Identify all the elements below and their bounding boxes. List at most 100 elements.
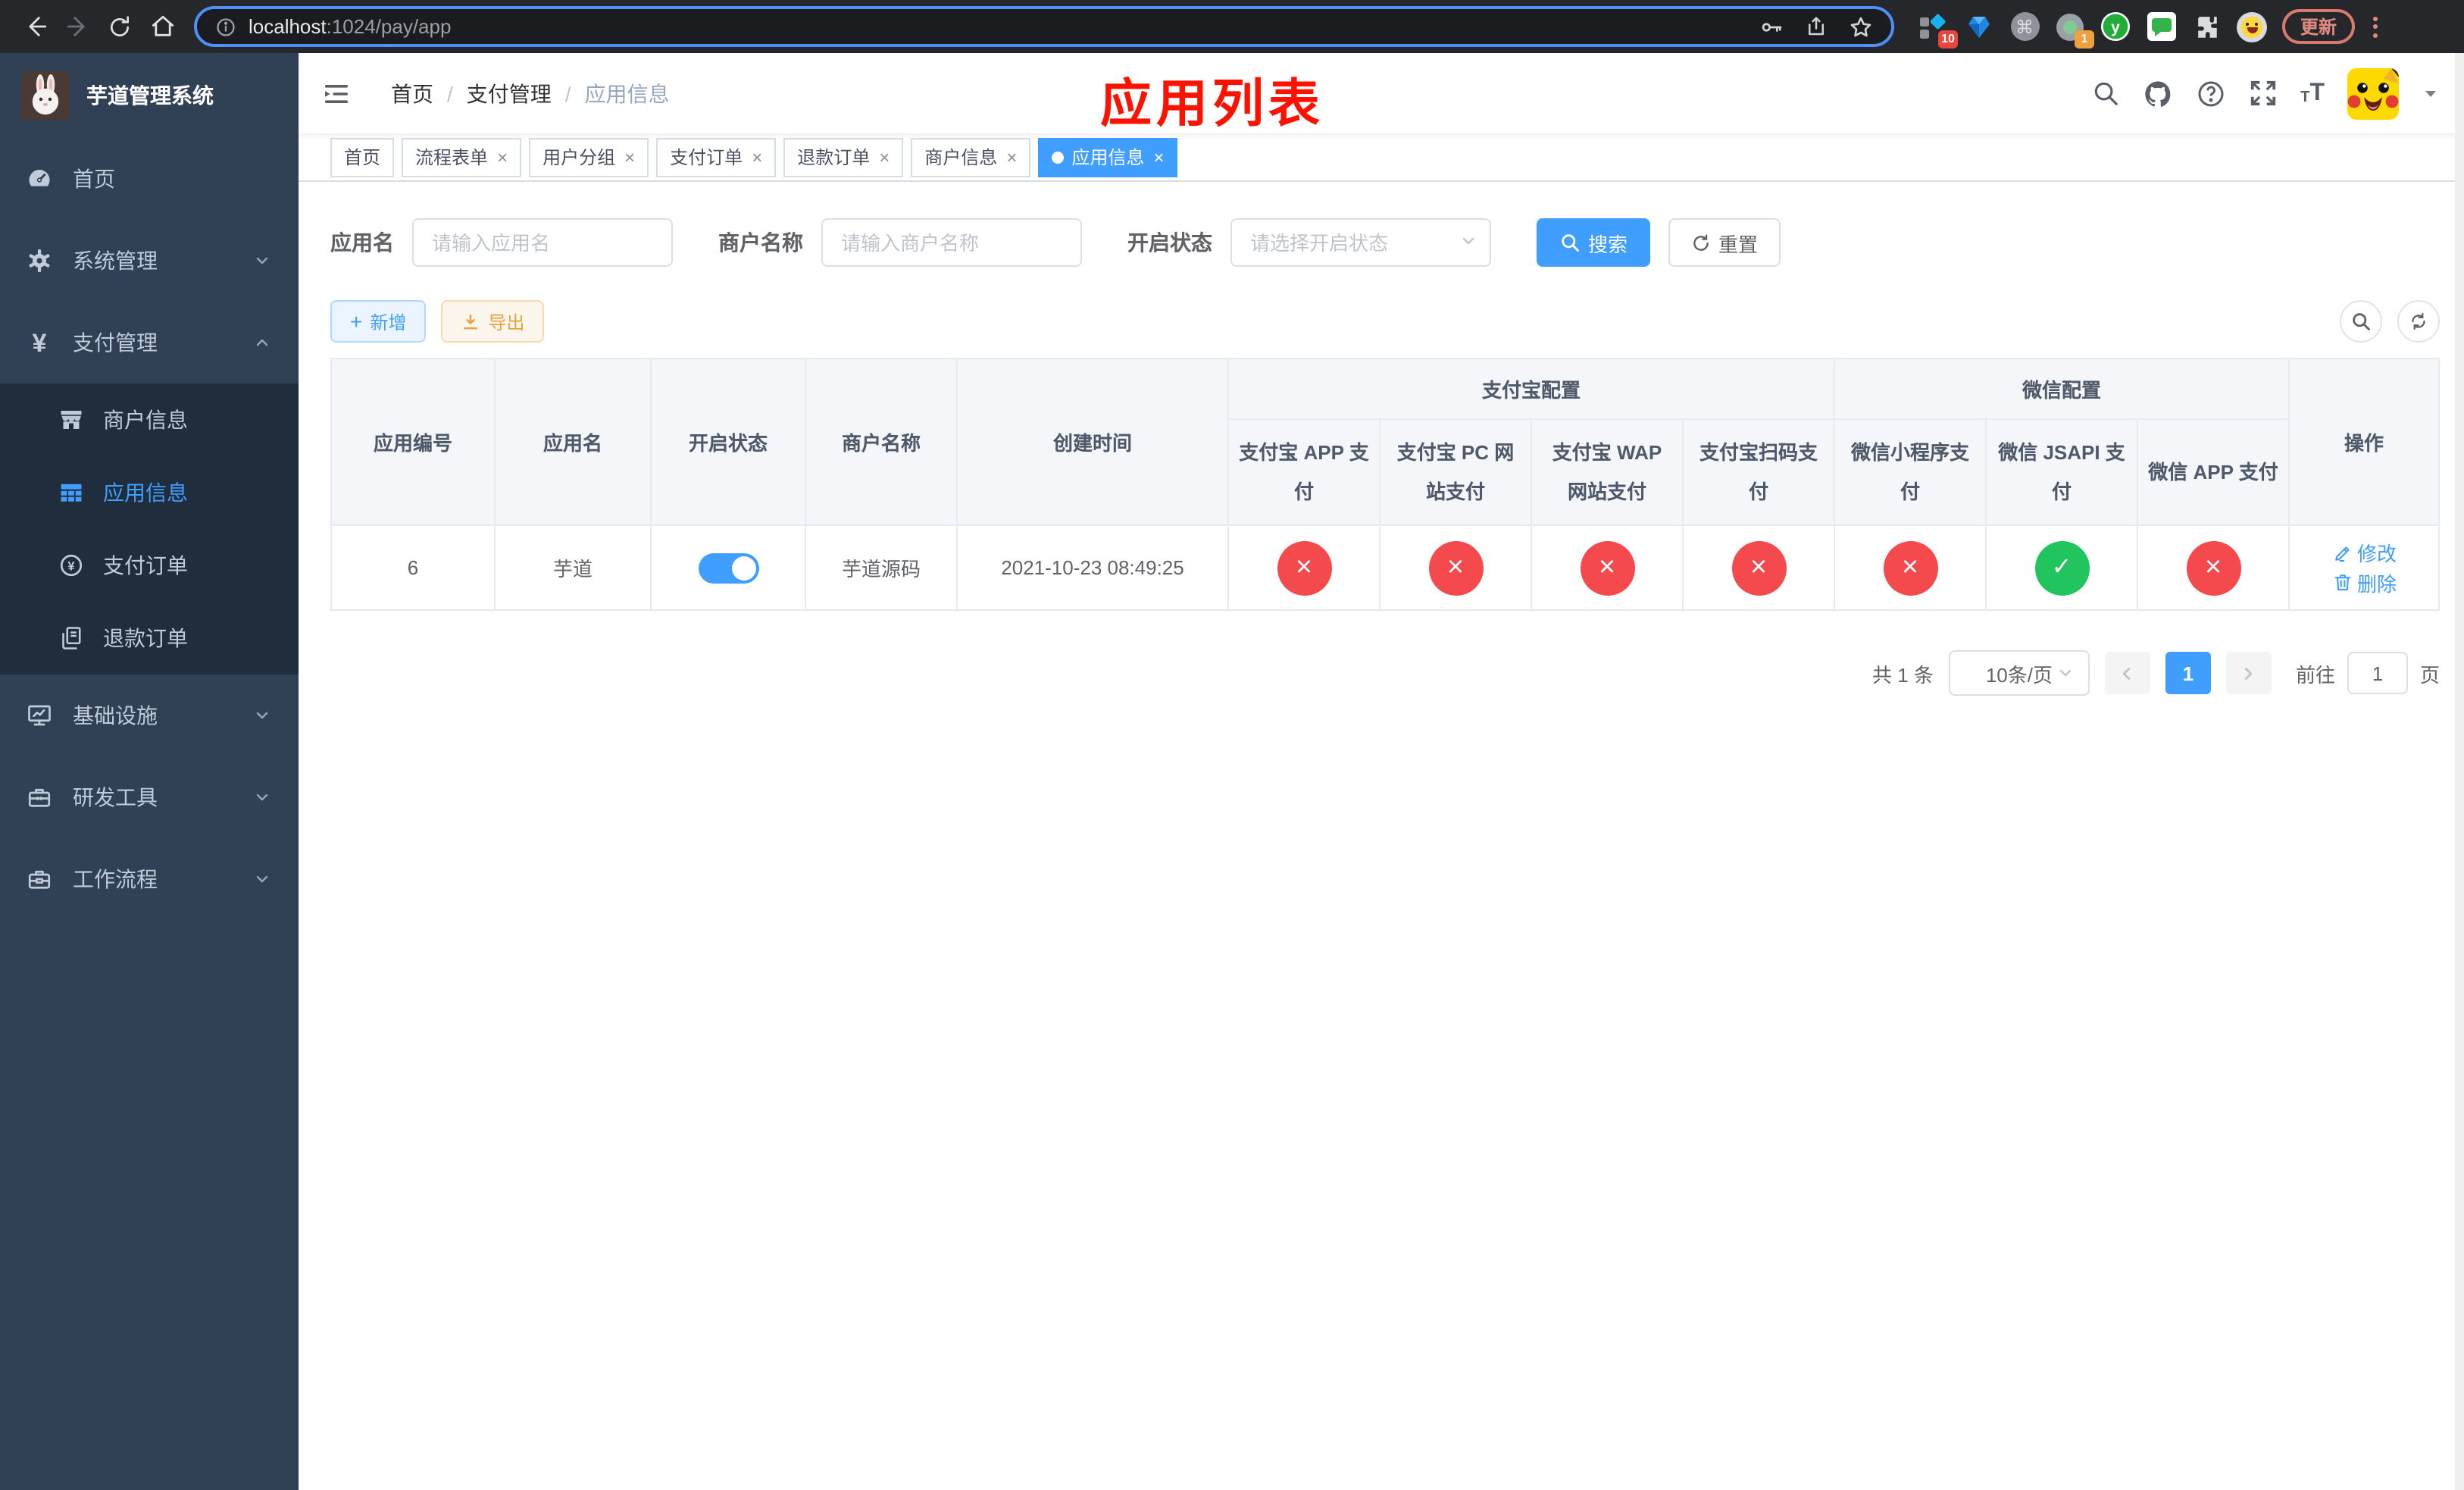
pagination: 共 1 条 10条/页 1 前往 页 [330, 650, 2440, 696]
avatar-caret-icon[interactable] [2422, 84, 2440, 102]
tab-close-icon[interactable]: × [497, 148, 508, 166]
breadcrumb: 首页 / 支付管理 / 应用信息 [391, 78, 670, 108]
tab-close-icon[interactable]: × [879, 148, 890, 166]
bookmark-star-icon[interactable] [1849, 14, 1873, 39]
trash-icon [2331, 571, 2353, 593]
browser-reload-button[interactable] [100, 7, 139, 46]
header-search-icon[interactable] [2091, 79, 2120, 108]
status-toggle[interactable] [698, 552, 758, 583]
tab-1[interactable]: 首页 [330, 137, 395, 177]
chat-extension-icon[interactable] [2146, 11, 2176, 42]
edit-link[interactable]: 修改 [2331, 538, 2397, 567]
fullscreen-icon[interactable] [2249, 79, 2278, 108]
channel-status-icon: × [1883, 540, 1938, 595]
grid-icon [58, 479, 85, 506]
address-bar[interactable]: localhost:1024/pay/app [194, 6, 1894, 47]
tab-7[interactable]: 应用信息 × [1038, 137, 1178, 177]
sidebar-item-label: 首页 [73, 167, 115, 191]
user-avatar[interactable] [2347, 67, 2399, 119]
merchant-name-input[interactable] [821, 218, 1082, 267]
svg-text:y: y [2111, 19, 2120, 36]
top-navbar: 首页 / 支付管理 / 应用信息 T T [299, 53, 2464, 133]
app-logo-row[interactable]: 芋道管理系统 [0, 53, 299, 138]
share-icon[interactable] [1805, 15, 1828, 38]
tab-5[interactable]: 退款订单 × [783, 137, 904, 177]
chevron-down-icon [253, 870, 271, 888]
cell-created: 2021-10-23 08:49:25 [956, 524, 1229, 611]
status-select[interactable] [1230, 218, 1491, 267]
site-info-icon[interactable] [215, 16, 236, 37]
browser-forward-button[interactable] [58, 7, 97, 46]
sidebar-item-2[interactable]: 系统管理 [0, 220, 299, 302]
submenu-item-3[interactable]: ¥ 支付订单 [0, 529, 299, 602]
tab-4[interactable]: 支付订单 × [656, 137, 777, 177]
col-group-alipay: 支付宝配置 [1227, 358, 1836, 420]
sidebar-item-5[interactable]: 研发工具 [0, 756, 299, 838]
help-icon[interactable] [2196, 78, 2226, 108]
add-button[interactable]: + 新增 [330, 300, 427, 343]
browser-update-button[interactable]: 更新 [2282, 9, 2356, 44]
tab-close-icon[interactable]: × [752, 148, 762, 166]
puzzle-extensions-icon[interactable] [2191, 11, 2222, 42]
browser-home-button[interactable] [142, 7, 182, 46]
export-button[interactable]: 导出 [441, 300, 545, 343]
tab-close-icon[interactable]: × [1153, 148, 1164, 166]
page-size-select[interactable]: 10条/页 [1948, 650, 2090, 696]
refresh-icon [1691, 233, 1711, 252]
command-extension-icon[interactable]: ⌘ [2009, 11, 2040, 42]
y-extension-icon[interactable]: y [2100, 11, 2131, 42]
password-key-icon[interactable] [1759, 14, 1784, 39]
dashboard-icon [26, 165, 53, 193]
page-content: 应用名 商户名称 开启状态 搜索 [299, 182, 2464, 1490]
col-wechat-lite: 微信小程序支付 [1834, 418, 1987, 526]
breadcrumb-home[interactable]: 首页 [391, 78, 433, 108]
page-number-button[interactable]: 1 [2165, 652, 2211, 694]
cell-app-id: 6 [330, 524, 496, 611]
pinned-extension-icon[interactable]: 10 [1918, 11, 1958, 48]
app-window: localhost:1024/pay/app 10 ⌘ 1 y 更新 芋道管理… [0, 0, 2464, 1490]
scrollbar[interactable] [2455, 53, 2464, 1490]
delete-link[interactable]: 删除 [2331, 568, 2397, 596]
next-page-button[interactable] [2225, 652, 2272, 694]
goto-page-input[interactable] [2347, 652, 2408, 694]
sidebar-item-4[interactable]: 基础设施 [0, 675, 299, 756]
submenu-item-4[interactable]: 退款订单 [0, 602, 299, 675]
tab-2[interactable]: 流程表单 × [402, 137, 522, 177]
col-alipay-wap: 支付宝 WAP 网站支付 [1531, 418, 1684, 526]
tab-close-icon[interactable]: × [1006, 148, 1017, 166]
page-unit-label: 页 [2419, 663, 2440, 686]
chevron-up-icon [253, 333, 271, 352]
tab-6[interactable]: 商户信息 × [911, 137, 1031, 177]
font-size-icon[interactable]: TT [2300, 80, 2325, 105]
show-search-button[interactable] [2340, 300, 2382, 343]
app-name-input[interactable] [412, 218, 673, 267]
reset-button[interactable]: 重置 [1668, 218, 1781, 267]
pay-submenu: 商户信息 应用信息 ¥ 支付订单 退款订单 [0, 383, 299, 675]
profile-avatar-icon[interactable] [2237, 11, 2267, 42]
col-created: 创建时间 [956, 358, 1229, 526]
tab-label: 用户分组 [543, 147, 616, 168]
status-select-input[interactable] [1230, 218, 1491, 267]
sidebar-item-1[interactable]: 首页 [0, 138, 299, 220]
data-table: 应用编号 应用名 开启状态 商户名称 创建时间 支付宝配置 微信配置 操作 支付… [330, 358, 2440, 611]
breadcrumb-pay[interactable]: 支付管理 [467, 78, 552, 108]
sidebar-item-3[interactable]: ¥ 支付管理 [0, 302, 299, 383]
prev-page-button[interactable] [2104, 652, 2150, 694]
refresh-table-button[interactable] [2397, 300, 2440, 343]
tab-close-icon[interactable]: × [624, 148, 635, 166]
submenu-item-1[interactable]: 商户信息 [0, 383, 299, 456]
url-path: :1024/pay/app [326, 15, 452, 38]
submenu-item-2[interactable]: 应用信息 [0, 456, 299, 529]
search-button[interactable]: 搜索 [1537, 218, 1651, 267]
tab-label: 支付订单 [670, 147, 743, 168]
github-icon[interactable] [2143, 78, 2173, 108]
sidebar-item-6[interactable]: 工作流程 [0, 838, 299, 920]
browser-menu-icon[interactable] [2373, 16, 2378, 37]
sidebar-collapse-icon[interactable] [321, 78, 352, 108]
browser-back-button[interactable] [15, 7, 55, 46]
gem-extension-icon[interactable] [1964, 11, 1994, 42]
sidebar-item-label: 工作流程 [73, 867, 158, 891]
sidebar: 芋道管理系统 首页系统管理 ¥ 支付管理 商户信息 应用信息 ¥ 支付订单 退款订单 基础设施研… [0, 53, 299, 1490]
recorder-extension-icon[interactable]: 1 [2055, 11, 2094, 48]
tab-3[interactable]: 用户分组 × [529, 137, 649, 177]
